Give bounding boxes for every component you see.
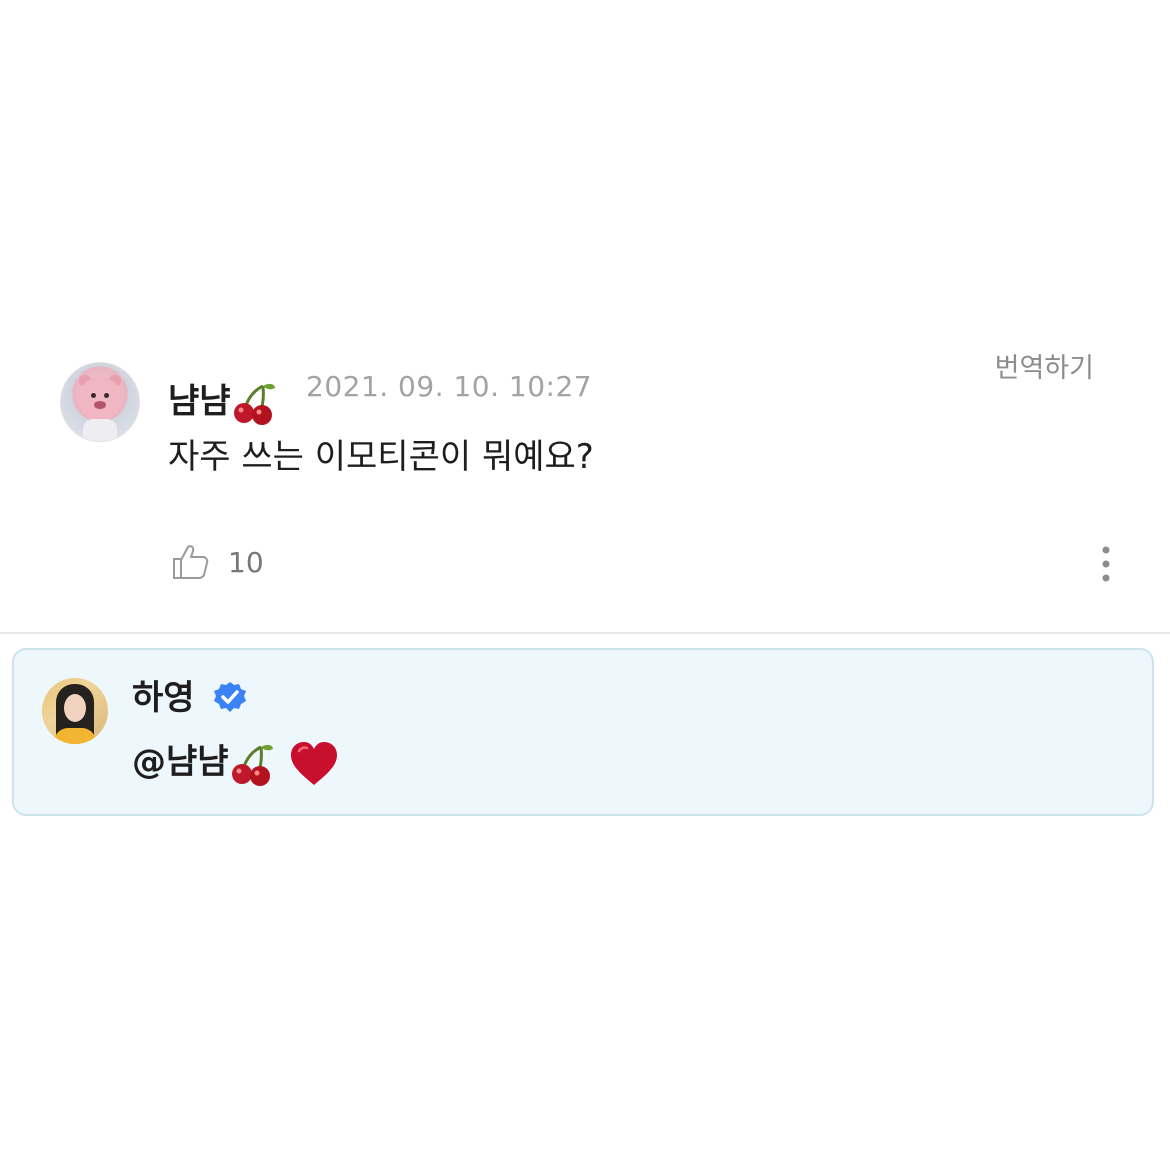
mention-link[interactable]: @냠냠 <box>132 742 229 782</box>
reply-card: 하영 @냠냠 <box>12 648 1154 816</box>
like-button[interactable]: 10 <box>170 540 264 584</box>
avatar-eye <box>91 393 96 398</box>
avatar-eye <box>104 393 109 398</box>
more-options-icon[interactable] <box>1094 544 1118 584</box>
like-count: 10 <box>228 545 264 579</box>
cherry-icon <box>231 744 273 786</box>
user-avatar[interactable] <box>60 362 140 442</box>
verified-check-icon <box>214 682 246 712</box>
reply-author-name[interactable]: 하영 <box>132 678 195 718</box>
reply-text: @냠냠 <box>132 738 339 787</box>
avatar-body <box>83 419 117 441</box>
comment-author[interactable]: 냠냠 <box>168 380 277 426</box>
comment-card: 냠냠 2021. 09. 10. 10:27 번역하기 자주 쓰는 이모티콘이 … <box>0 330 1170 630</box>
thumbs-up-icon <box>173 545 209 579</box>
avatar-shirt <box>54 728 96 744</box>
comment-author-name: 냠냠 <box>168 381 231 422</box>
avatar-face <box>64 694 86 722</box>
avatar-face <box>78 377 122 421</box>
heart-icon <box>290 741 337 785</box>
comment-timestamp: 2021. 09. 10. 10:27 <box>306 370 593 403</box>
comment-text: 자주 쓰는 이모티콘이 뭐예요? <box>168 437 594 477</box>
divider <box>0 632 1170 634</box>
translate-button[interactable]: 번역하기 <box>995 346 1094 385</box>
cherry-icon <box>233 383 275 425</box>
reply-avatar[interactable] <box>42 678 108 744</box>
avatar-nose <box>94 401 106 409</box>
